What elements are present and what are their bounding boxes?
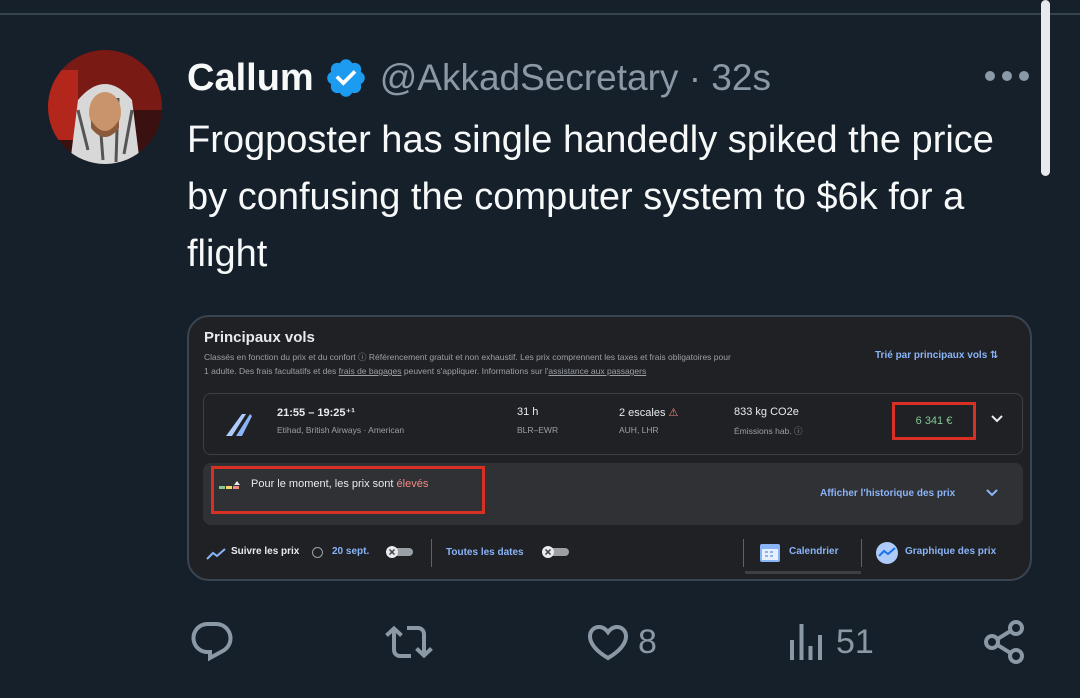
flight-stops: 2 escales ⚠ [619,406,678,419]
retweet-icon [385,625,433,659]
insight-text: Pour le moment, les prix sont élevés [251,478,428,490]
desc-text-a: 1 adulte. Des frais facultatifs et des [204,366,339,376]
track-date: 20 sept. [332,546,370,557]
tweet-actions: 8 51 [0,615,1080,675]
more-options-icon[interactable] [985,62,1029,90]
handle-and-time[interactable]: @AkkadSecretary · 32s [380,57,771,99]
like-button[interactable]: 8 [584,615,657,669]
views-icon [790,624,822,660]
insight-text-main: Pour le moment, les prix sont [251,478,397,490]
sort-label: Trié par principaux vols ⇅ [875,350,999,361]
flight-co2: 833 kg CO2e [734,406,799,418]
flight-via: AUH, LHR [619,425,659,435]
retweet-button[interactable] [385,615,433,669]
reply-button[interactable] [188,615,236,669]
airline-logo-icon [226,414,252,436]
price-history-link: Afficher l'historique des prix [820,488,956,499]
tweet-header: Callum @AkkadSecretary · 32s [187,52,771,104]
flight-airlines: Etihad, British Airways · American [277,425,405,435]
avatar-image [48,50,162,164]
price-graph-label: Graphique des prix [905,546,997,557]
flight-route: BLR–EWR [517,425,559,435]
media-description-line-2: 1 adulte. Des frais facultatifs et des f… [204,364,864,378]
tweet-media-image[interactable]: Principaux vols Classés en fonction du p… [187,315,1032,581]
chevron-down-icon [986,489,998,497]
top-divider [0,13,1080,15]
flight-price: 6 341 € [915,415,953,427]
price-graph-icon [876,542,898,564]
track-prices-label: Suivre les prix [231,546,300,557]
baggage-fees-link: frais de bagages [338,366,402,376]
toggle-switch [542,546,569,558]
scrollbar[interactable] [1041,0,1050,176]
desc-text-b: peuvent s'appliquer. Informations sur l' [401,366,549,376]
reply-icon [191,622,233,662]
insight-highlight-box [211,466,485,514]
flight-times: 21:55 – 19:25⁺¹ [277,407,355,419]
view-count: 51 [836,622,874,661]
stops-text: 2 escales [619,407,666,419]
media-title: Principaux vols [204,329,315,346]
like-count: 8 [638,622,657,661]
insight-text-highlight: élevés [396,478,429,490]
trend-icon [206,548,226,560]
share-button[interactable] [980,615,1028,669]
price-highlight-box: 6 341 € [892,402,976,440]
passenger-assistance-link: assistance aux passagers [548,366,647,376]
separator [861,539,862,567]
views-button[interactable]: 51 [782,615,874,669]
author-name[interactable]: Callum [187,57,314,100]
verified-badge-icon[interactable] [324,56,368,100]
avatar[interactable] [48,50,162,164]
chevron-down-icon [991,415,1003,423]
info-icon [312,547,323,558]
flight-card: 21:55 – 19:25⁺¹ Etihad, British Airways … [203,393,1023,455]
price-insight-card: Pour le moment, les prix sont élevés Aff… [203,463,1023,525]
calendar-label: Calendrier [789,546,839,557]
toggle-switch [386,546,413,558]
calendar-underline [745,571,861,574]
flight-emissions: Émissions hab. ⓘ [734,426,803,436]
warning-icon: ⚠ [668,407,679,419]
media-description-line-1: Classés en fonction du prix et du confor… [204,352,731,362]
flight-duration: 31 h [517,406,539,418]
price-level-icon [219,481,240,489]
all-dates-label: Toutes les dates [446,547,524,558]
price-tracking-bar: Suivre les prix 20 sept. Toutes les date… [189,535,1030,575]
tweet-text: Frogposter has single handedly spiked th… [187,119,994,275]
heart-icon [587,625,629,661]
calendar-icon [760,544,780,562]
share-icon [984,620,1024,664]
separator [743,539,744,567]
separator [431,539,432,567]
media-description: Classés en fonction du prix et du confor… [204,350,864,378]
